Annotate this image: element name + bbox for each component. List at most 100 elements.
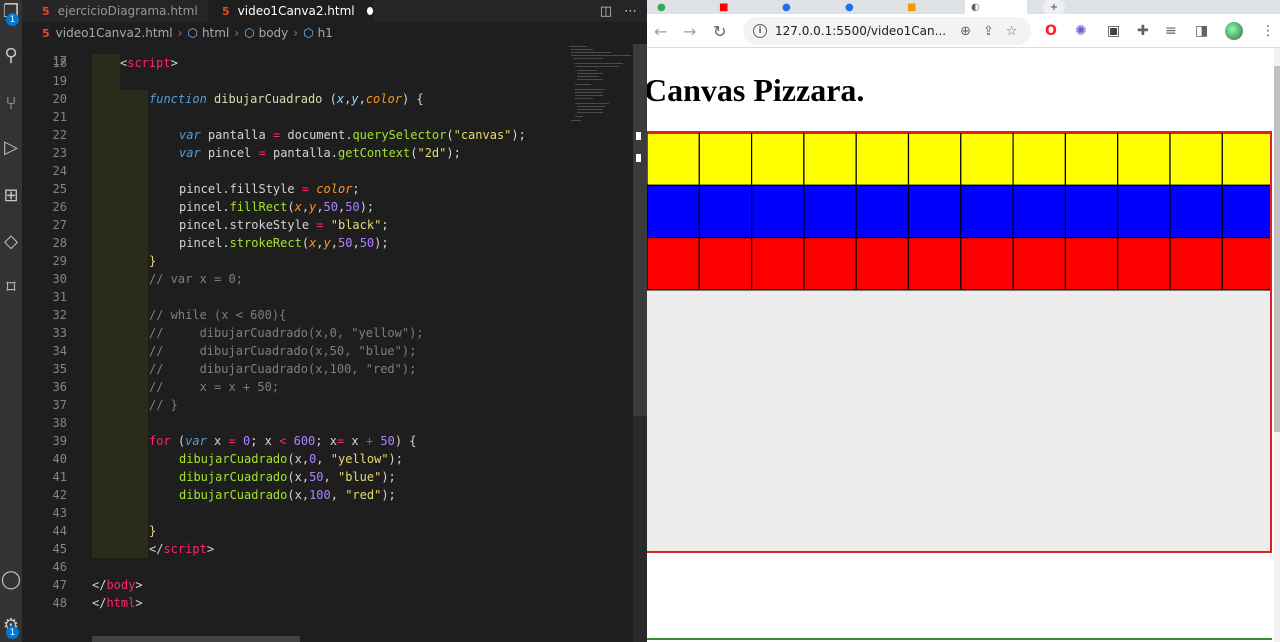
- code-text[interactable]: dibujarCuadrado(x,0, "yellow");: [179, 450, 403, 468]
- split-editor-icon[interactable]: ◫: [600, 4, 612, 19]
- editor-vertical-scrollbar[interactable]: [633, 44, 647, 642]
- code-text[interactable]: </html>: [92, 594, 143, 612]
- browser-tab[interactable]: ■: [907, 0, 916, 14]
- code-text[interactable]: }: [149, 522, 156, 540]
- tab-label: video1Canva2.html: [237, 4, 355, 18]
- canvas-square: [750, 133, 805, 186]
- code-line: 31: [22, 288, 563, 306]
- code-text[interactable]: pincel.strokeRect(x,y,50,50);: [179, 234, 389, 252]
- url-text[interactable]: 127.0.0.1:5500/video1Can...: [775, 24, 946, 38]
- line-number: 45: [52, 542, 67, 556]
- code-text[interactable]: var pincel = pantalla.getContext("2d");: [179, 144, 461, 162]
- code-text[interactable]: pincel.strokeStyle = "black";: [179, 216, 389, 234]
- code-line: 32 // while (x < 600){: [22, 306, 563, 324]
- account-icon[interactable]: ◯: [0, 564, 22, 594]
- breadcrumb-h1[interactable]: h1: [318, 26, 333, 40]
- code-text[interactable]: </body>: [92, 576, 143, 594]
- browser-tab[interactable]: ●: [657, 0, 666, 14]
- scrollbar-thumb[interactable]: [633, 44, 647, 416]
- canvas-square: [960, 236, 1014, 291]
- code-line: 33 // dibujarCuadrado(x,0, "yellow");: [22, 324, 563, 342]
- breadcrumb: 5 video1Canva2.html › ⬡ html › ⬡ body › …: [22, 22, 647, 44]
- page-scrollbar-thumb[interactable]: [1274, 66, 1280, 432]
- tab-ejercicio-diagrama[interactable]: 5 ejercicioDiagrama.html: [28, 0, 200, 22]
- canvas-square: [750, 236, 805, 291]
- code-text[interactable]: // var x = 0;: [149, 270, 243, 288]
- site-info-icon[interactable]: i: [753, 24, 767, 38]
- code-line: 37 // }: [22, 396, 563, 414]
- code-text[interactable]: </script>: [149, 540, 214, 558]
- code-text[interactable]: var pantalla = document.querySelector("c…: [179, 126, 526, 144]
- element-cube-icon: ⬡: [303, 26, 314, 40]
- browser-tab[interactable]: ●: [782, 0, 791, 14]
- code-text[interactable]: <script>: [120, 54, 178, 72]
- code-text[interactable]: // dibujarCuadrado(x,100, "red");: [149, 360, 416, 378]
- code-text[interactable]: pincel.fillStyle = color;: [179, 180, 360, 198]
- code-line: 39 for (var x = 0; x < 600; x= x + 50) {: [22, 432, 563, 450]
- canvas-square: [1221, 133, 1270, 186]
- code-text[interactable]: // while (x < 600){: [149, 306, 286, 324]
- unsaved-dot-icon[interactable]: [366, 7, 373, 15]
- breadcrumb-body[interactable]: body: [259, 26, 289, 40]
- html-file-icon: 5: [42, 26, 50, 40]
- line-number: 38: [52, 416, 67, 430]
- media-control-icon[interactable]: ≡: [1165, 14, 1177, 48]
- code-text[interactable]: for (var x = 0; x < 600; x= x + 50) {: [149, 432, 417, 450]
- line-number: 27: [52, 218, 67, 232]
- code-text[interactable]: // x = x + 50;: [149, 378, 279, 396]
- browser-tab[interactable]: ●: [845, 0, 854, 14]
- code-text[interactable]: pincel.fillRect(x,y,50,50);: [179, 198, 374, 216]
- canvas-square: [698, 133, 753, 186]
- tab-video1canva2[interactable]: 5 video1Canva2.html: [208, 0, 373, 22]
- page-scrollbar[interactable]: [1274, 48, 1280, 642]
- minimap[interactable]: [563, 44, 633, 642]
- breadcrumb-file[interactable]: video1Canva2.html: [56, 26, 173, 40]
- code-text[interactable]: // }: [149, 396, 178, 414]
- gear-extension-icon[interactable]: ✺: [1075, 14, 1087, 48]
- canvas-square: [803, 133, 857, 186]
- code-text[interactable]: dibujarCuadrado(x,100, "red");: [179, 486, 396, 504]
- opera-extension-icon[interactable]: O: [1045, 14, 1057, 48]
- back-arrow-icon[interactable]: ←: [654, 14, 667, 48]
- zoom-icon[interactable]: ⊕: [960, 24, 971, 39]
- code-text[interactable]: dibujarCuadrado(x,50, "blue");: [179, 468, 396, 486]
- address-bar[interactable]: i 127.0.0.1:5500/video1Can... ⊕ ⇪ ☆: [743, 17, 1031, 45]
- extensions-icon[interactable]: ⊞: [0, 180, 22, 210]
- share-icon[interactable]: ⇪: [983, 24, 994, 39]
- forward-arrow-icon[interactable]: →: [683, 14, 696, 48]
- canvas-square: [907, 133, 962, 186]
- code-line: 24: [22, 162, 563, 180]
- bookmark-star-icon[interactable]: ☆: [1006, 24, 1018, 39]
- code-line: 29}: [22, 252, 563, 270]
- scroll-marker: [636, 154, 641, 162]
- search-icon[interactable]: ⚲: [0, 40, 22, 70]
- code-editor[interactable]: 17 18 <script> 19 20 function dibujarCuadrad…: [22, 44, 563, 642]
- chrome-menu-icon[interactable]: ⋮: [1261, 14, 1275, 48]
- editor-horizontal-scrollbar[interactable]: [92, 636, 300, 642]
- source-control-icon[interactable]: ⑂: [0, 88, 22, 118]
- reload-icon[interactable]: ↻: [713, 14, 726, 48]
- line-number: 39: [52, 434, 67, 448]
- breadcrumb-html[interactable]: html: [202, 26, 229, 40]
- side-panel-icon[interactable]: ◨: [1195, 14, 1208, 48]
- code-text[interactable]: // dibujarCuadrado(x,0, "yellow");: [149, 324, 424, 342]
- tab-actions: ◫ ⋯: [600, 0, 637, 22]
- next-section-border: [647, 638, 1272, 642]
- line-number: 43: [52, 506, 67, 520]
- new-tab-button[interactable]: +: [1043, 0, 1065, 14]
- code-text[interactable]: }: [149, 252, 156, 270]
- canvas-square: [907, 184, 962, 239]
- bookmarks-icon[interactable]: ⌑: [0, 272, 22, 302]
- browser-tab-active[interactable]: ◐: [965, 0, 1027, 14]
- run-debug-icon[interactable]: ▷: [0, 132, 22, 162]
- code-text[interactable]: function dibujarCuadrado (x,y,color) {: [149, 90, 424, 108]
- remote-icon[interactable]: ◇: [0, 226, 22, 256]
- profile-avatar[interactable]: [1225, 14, 1243, 48]
- canvas-square: [855, 133, 910, 186]
- reader-extension-icon[interactable]: ▣: [1107, 14, 1120, 48]
- browser-tab[interactable]: ■: [719, 0, 728, 14]
- extensions-puzzle-icon[interactable]: ✚: [1137, 14, 1149, 48]
- canvas-square: [1169, 236, 1223, 291]
- more-actions-icon[interactable]: ⋯: [624, 4, 637, 19]
- code-text[interactable]: // dibujarCuadrado(x,50, "blue");: [149, 342, 416, 360]
